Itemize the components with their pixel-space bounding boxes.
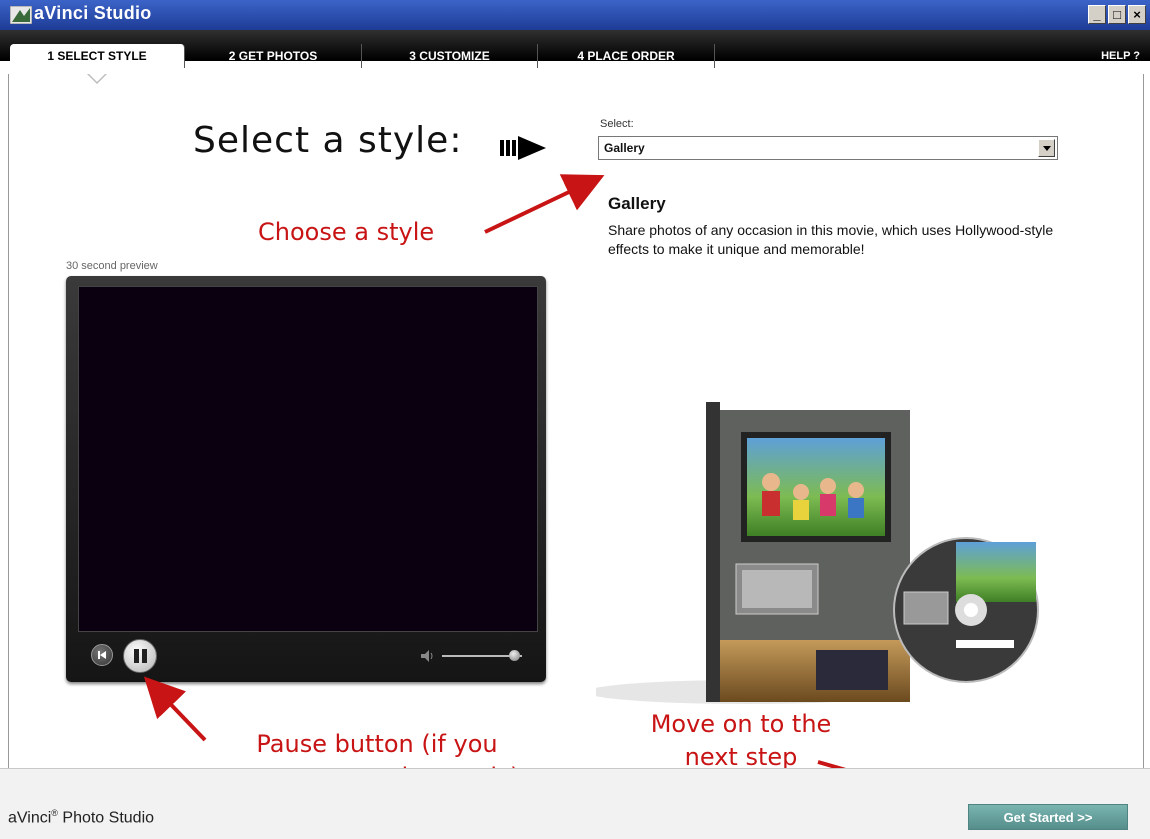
arrow-right-icon bbox=[500, 136, 546, 160]
footer-brand: aVinci® Photo Studio bbox=[8, 808, 155, 827]
dropdown-arrow-icon[interactable] bbox=[1038, 139, 1055, 157]
style-select[interactable]: Gallery bbox=[598, 136, 1058, 160]
page-title: Select a style: bbox=[193, 120, 463, 161]
select-value: Gallery bbox=[604, 141, 645, 155]
step-tabs: 1 SELECT STYLE 2 GET PHOTOS 3 CUSTOMIZE … bbox=[0, 30, 1150, 68]
title-bar: aVinci Studio _ □ × bbox=[0, 0, 1150, 30]
tab-get-photos[interactable]: 2 GET PHOTOS bbox=[185, 44, 362, 68]
app-logo-icon bbox=[10, 6, 32, 24]
style-description: Share photos of any occasion in this mov… bbox=[608, 222, 1054, 257]
style-name: Gallery bbox=[608, 194, 666, 213]
skip-back-icon[interactable] bbox=[91, 644, 113, 666]
tab-place-order[interactable]: 4 PLACE ORDER bbox=[538, 44, 715, 68]
annotation-choose-style: Choose a style bbox=[258, 218, 435, 246]
dvd-product-image bbox=[596, 402, 1039, 704]
help-link[interactable]: HELP ? bbox=[1101, 44, 1140, 68]
volume-knob[interactable] bbox=[509, 650, 520, 661]
close-button[interactable]: × bbox=[1128, 5, 1146, 24]
pause-button[interactable] bbox=[123, 639, 157, 673]
select-label: Select: bbox=[600, 118, 634, 130]
tab-select-style[interactable]: 1 SELECT STYLE bbox=[10, 44, 185, 68]
maximize-button[interactable]: □ bbox=[1108, 5, 1126, 24]
video-player bbox=[66, 276, 546, 682]
tab-customize[interactable]: 3 CUSTOMIZE bbox=[362, 44, 538, 68]
preview-label: 30 second preview bbox=[66, 260, 158, 272]
get-started-button[interactable]: Get Started >> bbox=[968, 804, 1128, 830]
volume-icon[interactable] bbox=[421, 650, 435, 662]
minimize-button[interactable]: _ bbox=[1088, 5, 1106, 24]
window-title: aVinci Studio bbox=[34, 3, 152, 23]
video-screen[interactable] bbox=[78, 286, 538, 632]
